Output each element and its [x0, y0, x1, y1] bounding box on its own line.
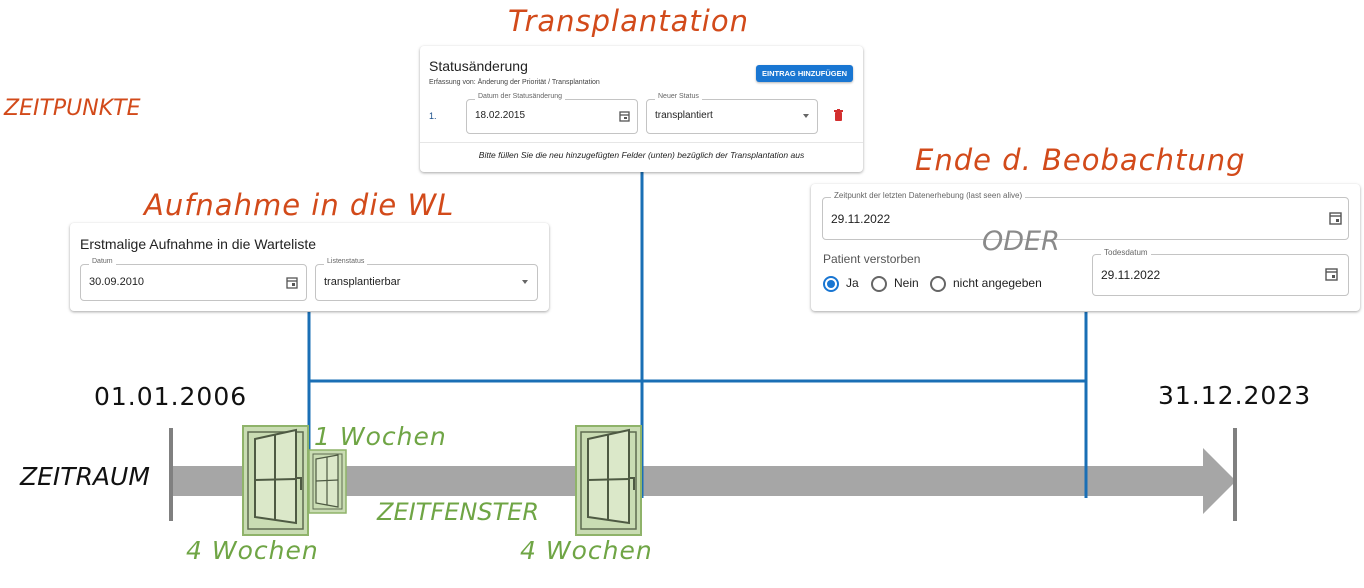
start-date-label: 01.01.2006 — [94, 382, 248, 411]
row-index: 1. — [429, 111, 437, 121]
wl-date-field[interactable]: Datum 30.09.2010 — [80, 258, 307, 301]
waiting-list-card: Erstmalige Aufnahme in die Warteliste Da… — [70, 223, 549, 311]
new-status-value: transplantiert — [655, 110, 713, 121]
card-subtitle: Erfassung von: Änderung der Priorität / … — [429, 79, 600, 86]
calendar-icon[interactable] — [1329, 211, 1342, 225]
list-status-label: Listenstatus — [324, 258, 368, 265]
end-tick — [1233, 428, 1237, 521]
window-icon — [308, 449, 347, 514]
radio-nicht-angegeben[interactable] — [930, 276, 946, 292]
add-entry-button[interactable]: EINTRAG HINZUFÜGEN — [756, 65, 853, 82]
divider — [420, 142, 863, 143]
last-seen-field[interactable]: Zeitpunkt der letzten Datenerhebung (las… — [822, 191, 1349, 240]
new-status-label: Neuer Status — [655, 93, 702, 100]
card-title: Erstmalige Aufnahme in die Warteliste — [80, 236, 317, 252]
radio-nein[interactable] — [871, 276, 887, 292]
transplantation-label: Transplantation — [508, 4, 749, 38]
status-date-label: Datum der Statusänderung — [475, 93, 566, 100]
last-seen-label: Zeitpunkt der letzten Datenerhebung (las… — [831, 191, 1026, 200]
chevron-down-icon[interactable] — [522, 280, 528, 284]
oder-label: ODER — [982, 226, 1060, 257]
death-date-label: Todesdatum — [1101, 248, 1151, 257]
radio-nicht-angegeben-label: nicht angegeben — [953, 276, 1042, 290]
radio-ja[interactable] — [823, 276, 839, 292]
transplant-note: Bitte füllen Sie die neu hinzugefügten F… — [478, 150, 805, 160]
zeitraum-label: ZEITRAUM — [20, 462, 150, 491]
ende-label: Ende d. Beobachtung — [915, 143, 1246, 177]
list-status-value: transplantierbar — [324, 276, 401, 288]
deceased-label: Patient verstorben — [823, 252, 921, 266]
death-date-value: 29.11.2022 — [1101, 268, 1161, 282]
wl-date-label: Datum — [89, 258, 116, 265]
status-change-card: Statusänderung Erfassung von: Änderung d… — [420, 46, 863, 172]
end-date-label: 31.12.2023 — [1158, 381, 1312, 410]
zeitfenster-label: ZEITFENSTER — [377, 498, 539, 526]
calendar-icon[interactable] — [1325, 267, 1338, 281]
aufnahme-label: Aufnahme in die WL — [144, 188, 455, 222]
last-seen-value: 29.11.2022 — [831, 212, 891, 226]
window-1-week-label: 1 Wochen — [314, 422, 447, 451]
end-observation-card: Zeitpunkt der letzten Datenerhebung (las… — [811, 184, 1360, 311]
window-icon — [575, 425, 642, 536]
radio-nein-label: Nein — [894, 276, 919, 290]
calendar-icon[interactable] — [286, 276, 298, 289]
list-status-select[interactable]: Listenstatus transplantierbar — [315, 258, 538, 301]
window-4-weeks-label-a: 4 Wochen — [186, 536, 319, 565]
zeitpunkte-label: ZEITPUNKTE — [4, 96, 141, 121]
status-date-value: 18.02.2015 — [475, 110, 526, 121]
card-title: Statusänderung — [429, 58, 528, 74]
status-date-field[interactable]: Datum der Statusänderung 18.02.2015 — [466, 93, 638, 134]
trash-icon[interactable] — [833, 109, 844, 122]
wl-date-value: 30.09.2010 — [89, 276, 145, 288]
window-icon — [242, 425, 309, 536]
radio-ja-label: Ja — [846, 276, 859, 290]
window-4-weeks-label-b: 4 Wochen — [520, 536, 653, 565]
chevron-down-icon[interactable] — [803, 114, 809, 118]
start-tick — [169, 428, 173, 521]
death-date-field[interactable]: Todesdatum 29.11.2022 — [1092, 248, 1349, 296]
calendar-icon[interactable] — [619, 110, 630, 122]
new-status-select[interactable]: Neuer Status transplantiert — [646, 93, 818, 134]
